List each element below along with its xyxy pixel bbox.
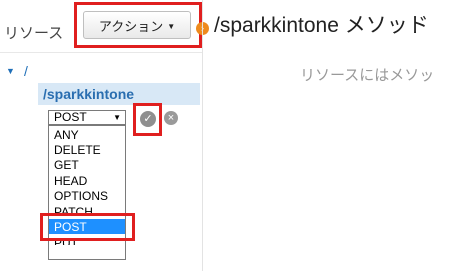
triangle-down-icon[interactable]: ▼ xyxy=(6,66,15,76)
left-panel-divider xyxy=(0,52,202,53)
method-option-delete[interactable]: DELETE xyxy=(54,143,101,157)
method-select[interactable]: POST ▼ xyxy=(48,110,126,125)
page-title: /sparkkintone メソッド xyxy=(214,14,429,37)
tree-item-sparkkintone[interactable]: /sparkkintone xyxy=(43,86,134,102)
method-select-value: POST xyxy=(54,110,87,124)
method-option-any[interactable]: ANY xyxy=(54,128,79,142)
method-option-get[interactable]: GET xyxy=(54,158,79,172)
highlight-box-confirm xyxy=(133,103,162,136)
resources-panel-title: リソース xyxy=(4,25,64,42)
tree-root-resource[interactable]: / xyxy=(24,63,28,79)
empty-state-hint: リソースにはメソッ xyxy=(300,67,435,84)
highlight-box-actions xyxy=(74,2,202,48)
method-option-head[interactable]: HEAD xyxy=(54,174,87,188)
x-circle-icon[interactable]: × xyxy=(164,111,178,125)
highlight-box-post xyxy=(40,213,135,241)
panel-divider xyxy=(202,0,203,271)
method-option-options[interactable]: OPTIONS xyxy=(54,189,108,203)
chevron-down-icon: ▼ xyxy=(113,113,121,122)
